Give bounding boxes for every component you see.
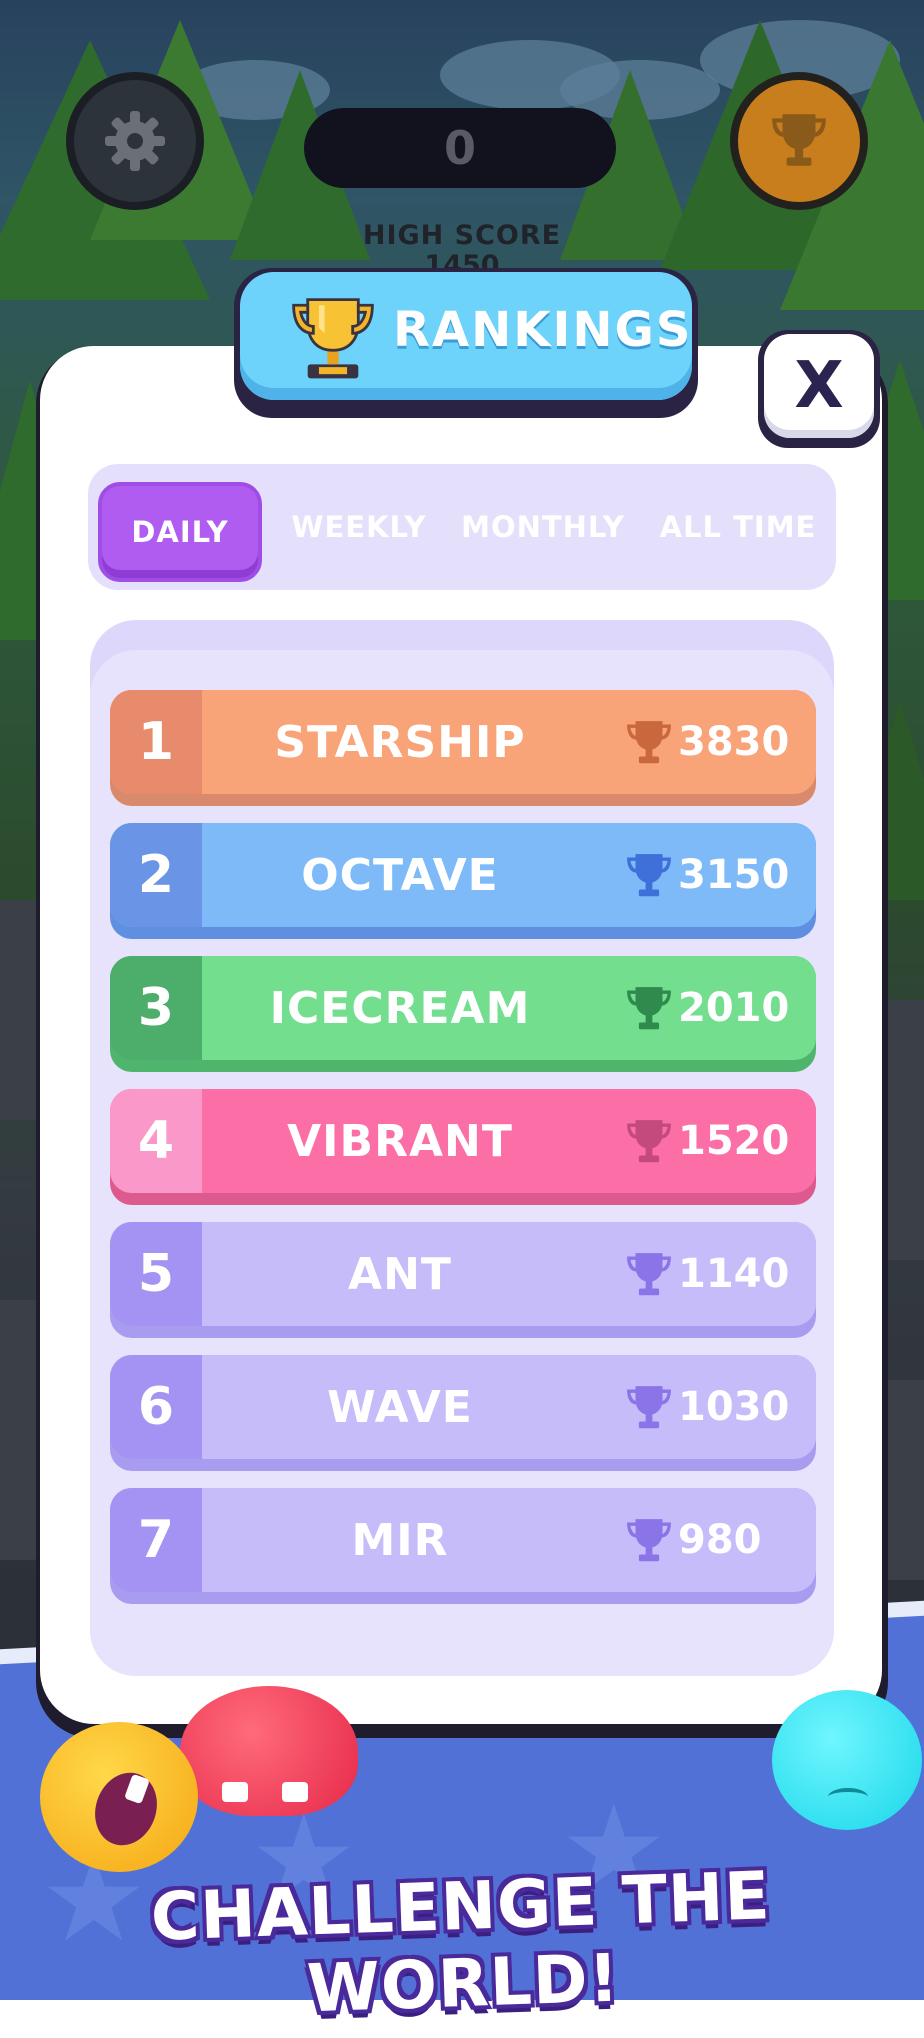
red-blob-character	[180, 1686, 358, 1816]
gear-icon	[105, 111, 165, 171]
trophy-icon	[627, 721, 671, 764]
rank-number: 4	[137, 1111, 175, 1171]
trophy-icon	[772, 114, 826, 166]
player-name: OCTAVE	[301, 849, 499, 901]
leaderboard-row[interactable]: 6 WAVE 1030	[110, 1355, 816, 1471]
high-score-label: HIGH SCORE	[362, 220, 562, 251]
tab-weekly[interactable]: WEEKLY	[284, 464, 434, 590]
rank-number: 5	[137, 1244, 175, 1304]
trophy-icon	[627, 987, 671, 1030]
cyan-blob-character	[772, 1690, 922, 1830]
player-name: STARSHIP	[274, 716, 526, 768]
leaderboard-button[interactable]	[730, 72, 868, 210]
player-score: 1030	[678, 1384, 790, 1430]
tab-all-time[interactable]: ALL TIME	[650, 464, 826, 590]
leaderboard-row[interactable]: 1 STARSHIP 3830	[110, 690, 816, 806]
challenge-banner: CHALLENGE THE WORLD!	[149, 1857, 772, 2028]
rankings-title-bar: RANKINGS	[240, 272, 692, 400]
trophy-icon	[627, 1386, 671, 1429]
current-score: 0	[304, 108, 616, 188]
player-score: 3150	[678, 852, 790, 898]
player-name: WAVE	[327, 1381, 473, 1433]
leaderboard-row[interactable]: 3 ICECREAM 2010	[110, 956, 816, 1072]
player-name: VIBRANT	[287, 1115, 513, 1167]
rank-number: 1	[137, 712, 175, 772]
rank-number: 6	[137, 1377, 175, 1437]
player-score: 980	[678, 1517, 762, 1563]
leaderboard-row[interactable]: 7 MIR 980	[110, 1488, 816, 1604]
player-score: 1140	[678, 1251, 790, 1297]
player-name: ICECREAM	[269, 982, 531, 1034]
player-score: 3830	[678, 719, 790, 765]
close-button[interactable]: X	[764, 334, 874, 438]
leaderboard-row[interactable]: 5 ANT 1140	[110, 1222, 816, 1338]
player-score: 2010	[678, 985, 790, 1031]
trophy-icon	[627, 854, 671, 897]
trophy-icon	[627, 1253, 671, 1296]
gold-trophy-icon	[292, 298, 374, 379]
leaderboard-row[interactable]: 4 VIBRANT 1520	[110, 1089, 816, 1205]
player-score: 1520	[678, 1118, 790, 1164]
rankings-title: RANKINGS	[393, 302, 693, 358]
tab-daily[interactable]: DAILY	[98, 482, 262, 582]
trophy-icon	[627, 1120, 671, 1163]
settings-button[interactable]	[66, 72, 204, 210]
player-name: ANT	[348, 1248, 452, 1300]
trophy-icon	[627, 1519, 671, 1562]
rank-number: 7	[137, 1510, 175, 1570]
player-name: MIR	[351, 1514, 449, 1566]
close-icon: X	[794, 349, 844, 423]
rank-number: 2	[137, 845, 175, 905]
rank-number: 3	[137, 978, 175, 1038]
period-tabs: DAILY WEEKLY MONTHLY ALL TIME	[88, 464, 836, 590]
tab-monthly[interactable]: MONTHLY	[454, 464, 632, 590]
leaderboard-row[interactable]: 2 OCTAVE 3150	[110, 823, 816, 939]
